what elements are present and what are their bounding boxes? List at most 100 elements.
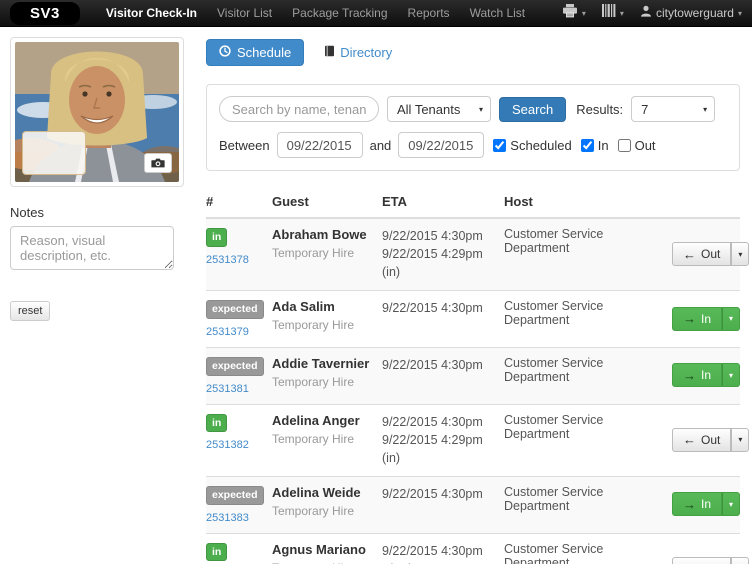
nav-item-visitor-list[interactable]: Visitor List	[217, 6, 272, 20]
visitor-id-link[interactable]: 2531379	[206, 326, 272, 338]
table-row: expected 2531381 Addie Tavernier Tempora…	[206, 347, 741, 405]
check-action-button[interactable]: → In	[672, 492, 723, 517]
check-action-label: In	[701, 497, 712, 512]
check-action-button[interactable]: ← Out	[672, 556, 732, 564]
tenant-select-value: All Tenants	[397, 101, 461, 117]
visitor-id-link[interactable]: 2531378	[206, 254, 272, 266]
notes-input[interactable]	[10, 226, 174, 270]
brand-logo[interactable]: SV3	[10, 1, 80, 25]
eta-cell: 9/22/2015 4:30pm 9/22/2015 4:29pm (in)	[382, 227, 504, 281]
reset-button[interactable]: reset	[10, 301, 51, 321]
guest-name: Agnus Mariano	[272, 541, 366, 557]
arrow-right-icon: →	[683, 496, 696, 512]
action-cell: ← Out ▾	[672, 556, 750, 564]
barcode-icon	[601, 4, 616, 22]
print-menu[interactable]: ▾	[562, 3, 586, 23]
checkbox-input[interactable]	[580, 138, 594, 152]
checkbox-label: In	[597, 137, 609, 153]
action-dropdown-toggle[interactable]: ▾	[722, 363, 741, 388]
checkbox-input[interactable]	[617, 138, 631, 152]
check-action-button[interactable]: ← Out	[672, 427, 732, 452]
book-icon	[324, 45, 335, 60]
caret-down-icon: ▾	[729, 370, 734, 380]
app-root: SV3 Visitor Check-In Visitor List Package …	[0, 0, 752, 564]
filter-checkbox-out[interactable]: Out	[617, 137, 656, 153]
camera-button[interactable]	[144, 153, 172, 173]
nav-item-reports[interactable]: Reports	[408, 6, 450, 20]
visitor-photo-frame	[10, 37, 184, 187]
status-cell: expected 2531379	[206, 299, 272, 338]
caret-down-icon: ▾	[703, 104, 708, 114]
eta-scheduled: 9/22/2015 4:30pm	[382, 229, 483, 243]
date-to-input[interactable]	[398, 132, 485, 158]
eta-cell: 9/22/2015 4:30pm	[382, 356, 504, 374]
caret-down-icon: ▾	[729, 314, 734, 324]
checkbox-label: Out	[634, 137, 656, 153]
results-select[interactable]: 7 ▾	[631, 96, 716, 122]
table-row: expected 2531379 Ada Salim Temporary Hir…	[206, 291, 741, 348]
checkbox-input[interactable]	[493, 138, 507, 152]
chevron-down-icon: ▾	[737, 8, 742, 18]
search-button[interactable]: Search	[499, 96, 567, 122]
main-content: Schedule Directory All Tenants ▾ Sear	[206, 37, 750, 564]
printer-icon	[562, 3, 578, 23]
tab-schedule-label: Schedule	[237, 45, 292, 60]
eta-checkin: 9/22/2015 4:29pm (in)	[382, 432, 483, 465]
status-badge: expected	[206, 300, 264, 319]
filter-checkbox-in[interactable]: In	[580, 137, 609, 153]
visitor-id-link[interactable]: 2531381	[206, 383, 272, 395]
action-dropdown-toggle[interactable]: ▾	[731, 556, 750, 564]
action-dropdown-toggle[interactable]: ▾	[722, 492, 741, 517]
caret-down-icon: ▾	[738, 249, 743, 259]
action-cell: ← Out ▾	[672, 242, 750, 267]
tenant-select[interactable]: All Tenants ▾	[387, 96, 491, 122]
table-row: in 2531384 Agnus Mariano Temporary Hire …	[206, 534, 750, 564]
check-action-label: Out	[701, 432, 721, 447]
arrow-right-icon: →	[683, 311, 696, 327]
date-from-input[interactable]	[276, 132, 363, 158]
check-action-label: In	[701, 368, 712, 383]
status-badge: expected	[206, 485, 264, 505]
guest-cell: Agnus Mariano Temporary Hire	[272, 542, 382, 564]
host-name: Customer Service Department	[504, 541, 604, 564]
nav-item-watch-list[interactable]: Watch List	[470, 6, 526, 20]
visitor-table-body: in 2531378 Abraham Bowe Temporary Hire 9…	[206, 219, 750, 564]
check-action-split-button: → In ▾	[672, 492, 741, 517]
table-header: # Guest ETA Host	[206, 189, 740, 219]
check-action-button[interactable]: → In	[672, 306, 723, 331]
status-badge: in	[206, 542, 228, 562]
action-dropdown-toggle[interactable]: ▾	[731, 242, 750, 267]
visitor-id-link[interactable]: 2531382	[206, 439, 272, 451]
caret-down-icon: ▾	[729, 499, 734, 509]
action-cell: → In ▾	[672, 363, 741, 388]
arrow-left-icon: ←	[683, 246, 696, 262]
visitor-id-link[interactable]: 2531383	[206, 512, 272, 524]
user-menu-label: citytowerguard	[655, 6, 734, 20]
action-dropdown-toggle[interactable]: ▾	[731, 427, 750, 452]
user-menu[interactable]: citytowerguard ▾	[640, 4, 742, 22]
check-action-button[interactable]: → In	[672, 363, 723, 388]
guest-cell: Ada Salim Temporary Hire	[272, 299, 382, 332]
badge-menu[interactable]: ▾	[601, 4, 624, 22]
tab-schedule[interactable]: Schedule	[206, 39, 305, 66]
nav-item-visitor-check-in[interactable]: Visitor Check-In	[106, 6, 197, 20]
action-dropdown-toggle[interactable]: ▾	[722, 306, 741, 331]
filter-checkbox-scheduled[interactable]: Scheduled	[493, 138, 572, 153]
check-action-split-button: → In ▾	[672, 306, 741, 331]
page-layout: Notes reset Schedule Directory	[0, 27, 752, 564]
col-header-number: #	[206, 194, 214, 209]
results-label: Results:	[576, 101, 624, 117]
check-action-split-button: ← Out ▾	[672, 242, 750, 267]
eta-scheduled: 9/22/2015 4:30pm	[382, 301, 483, 316]
guest-type: Temporary Hire	[272, 318, 355, 333]
tab-directory[interactable]: Directory	[324, 45, 392, 60]
eta-cell: 9/22/2015 4:30pm 9/22/2015 4:29pm (in)	[382, 413, 504, 467]
arrow-left-icon: ←	[683, 432, 696, 448]
check-action-split-button: ← Out ▾	[672, 427, 750, 452]
guest-cell: Abraham Bowe Temporary Hire	[272, 227, 382, 260]
host-name: Customer Service Department	[504, 484, 604, 513]
search-input[interactable]	[219, 96, 379, 122]
nav-item-package-tracking[interactable]: Package Tracking	[292, 6, 387, 20]
clock-icon	[219, 45, 231, 60]
check-action-button[interactable]: ← Out	[672, 242, 732, 267]
